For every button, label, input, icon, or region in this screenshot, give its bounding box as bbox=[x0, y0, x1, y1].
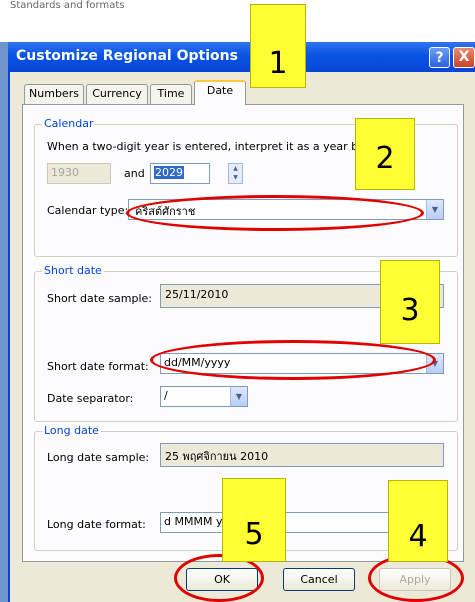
short-date-legend: Short date bbox=[42, 264, 104, 277]
tab-currency[interactable]: Currency bbox=[86, 84, 148, 104]
cancel-button[interactable]: Cancel bbox=[283, 568, 355, 591]
long-date-legend: Long date bbox=[42, 424, 101, 437]
annotation-2: 2 bbox=[355, 118, 415, 190]
tab-date[interactable]: Date bbox=[194, 80, 246, 105]
help-icon[interactable]: ? bbox=[429, 47, 450, 68]
annotation-1: 1 bbox=[250, 4, 306, 88]
date-separator-value: / bbox=[164, 389, 168, 402]
calendar-legend: Calendar bbox=[42, 117, 96, 130]
annotation-3: 3 bbox=[380, 260, 440, 344]
background-window-edge bbox=[0, 42, 8, 602]
chevron-down-icon[interactable]: ▼ bbox=[426, 200, 443, 219]
short-date-sample-label: Short date sample: bbox=[47, 292, 153, 305]
year-end-field[interactable]: 2029 bbox=[150, 163, 210, 184]
short-date-format-label: Short date format: bbox=[47, 360, 149, 373]
background-caption: Standards and formats bbox=[10, 0, 125, 11]
close-icon[interactable]: X bbox=[453, 47, 475, 68]
year-start-field: 1930 bbox=[47, 163, 111, 184]
long-date-sample-label: Long date sample: bbox=[47, 451, 150, 464]
long-date-format-label: Long date format: bbox=[47, 518, 146, 531]
highlight-ring-short-date-format bbox=[150, 340, 436, 380]
annotation-4: 4 bbox=[388, 480, 448, 562]
date-separator-label: Date separator: bbox=[47, 392, 134, 405]
and-label: and bbox=[124, 167, 145, 180]
spin-down-icon[interactable]: ▼ bbox=[229, 173, 242, 182]
window-title: Customize Regional Options bbox=[16, 48, 238, 64]
calendar-instruction: When a two-digit year is entered, interp… bbox=[47, 140, 403, 153]
calendar-type-label: Calendar type: bbox=[47, 204, 129, 217]
long-date-sample: 25 พฤศจิกายน 2010 bbox=[160, 443, 444, 467]
spin-up-icon[interactable]: ▲ bbox=[229, 164, 242, 173]
year-end-value: 2029 bbox=[154, 166, 184, 179]
tab-numbers[interactable]: Numbers bbox=[24, 84, 84, 104]
annotation-5: 5 bbox=[222, 478, 286, 562]
tab-time[interactable]: Time bbox=[150, 84, 192, 104]
year-spinner[interactable]: ▲ ▼ bbox=[228, 163, 243, 184]
highlight-ring-calendar-type bbox=[126, 195, 424, 231]
chevron-down-icon[interactable]: ▼ bbox=[230, 387, 247, 406]
